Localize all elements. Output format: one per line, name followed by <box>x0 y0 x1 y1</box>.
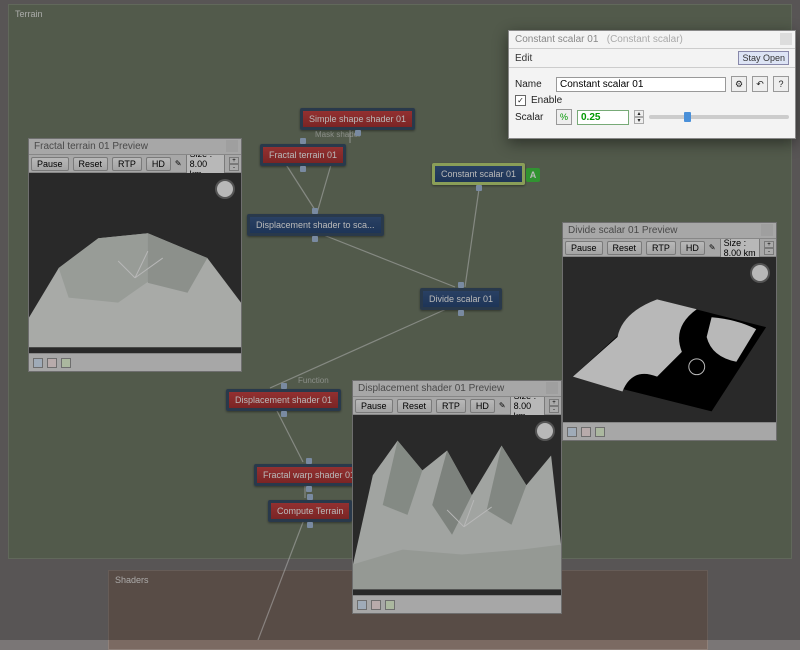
navball-icon <box>537 423 553 439</box>
mode-icon-2[interactable] <box>47 358 57 368</box>
preview-displacement-shader[interactable]: Displacement shader 01 Preview Pause Res… <box>352 380 562 614</box>
node-displacement-shader[interactable]: Displacement shader 01 <box>226 389 341 411</box>
type-icon[interactable]: % <box>556 109 572 125</box>
enable-label: Enable <box>531 95 562 106</box>
node-fractal-terrain[interactable]: Fractal terrain 01 <box>260 144 346 166</box>
hd-button[interactable]: HD <box>680 241 705 255</box>
size-stepper[interactable]: +- <box>764 241 774 255</box>
preview-fractal-terrain[interactable]: Fractal terrain 01 Preview Pause Reset R… <box>28 138 242 372</box>
hd-button[interactable]: HD <box>146 157 171 171</box>
reset-button[interactable]: Reset <box>607 241 643 255</box>
size-stepper[interactable]: +- <box>549 399 559 413</box>
preview-title[interactable]: Divide scalar 01 Preview <box>563 223 776 239</box>
mode-icon[interactable] <box>33 358 43 368</box>
reset-button[interactable]: Reset <box>73 157 109 171</box>
mode-icon-3[interactable] <box>61 358 71 368</box>
node-simple-shape-shader[interactable]: Simple shape shader 01 <box>300 108 415 130</box>
close-icon[interactable] <box>226 140 238 152</box>
preview-bottom-bar <box>29 353 241 371</box>
stay-open-button[interactable]: Stay Open <box>738 51 789 65</box>
node-divide-scalar[interactable]: Divide scalar 01 <box>420 288 502 310</box>
scalar-field[interactable] <box>577 110 629 125</box>
preview-viewport[interactable] <box>29 173 241 353</box>
rtp-button[interactable]: RTP <box>646 241 676 255</box>
node-displacement-to-scalar[interactable]: Displacement shader to sca... <box>247 214 384 236</box>
navball-icon <box>752 265 768 281</box>
close-icon[interactable] <box>546 382 558 394</box>
undo-icon[interactable]: ↶ <box>752 76 768 92</box>
preview-viewport[interactable] <box>563 257 776 422</box>
node-compute-terrain[interactable]: Compute Terrain <box>268 500 352 522</box>
enable-checkbox[interactable]: ✓ <box>515 95 526 106</box>
size-stepper[interactable]: +- <box>229 157 239 171</box>
mode-icon-2[interactable] <box>371 600 381 610</box>
help-icon[interactable]: ? <box>773 76 789 92</box>
close-icon[interactable] <box>780 33 792 45</box>
anim-badge: A <box>526 168 540 182</box>
gear-icon[interactable]: ⚙ <box>731 76 747 92</box>
mode-icon-2[interactable] <box>581 427 591 437</box>
inspector-title[interactable]: Constant scalar 01 (Constant scalar) <box>509 31 795 49</box>
preview-title[interactable]: Fractal terrain 01 Preview <box>29 139 241 155</box>
preview-divide-scalar[interactable]: Divide scalar 01 Preview Pause Reset RTP… <box>562 222 777 441</box>
scalar-label: Scalar <box>515 112 551 123</box>
mode-icon[interactable] <box>567 427 577 437</box>
name-label: Name <box>515 79 551 90</box>
navball-icon <box>217 181 233 197</box>
pause-button[interactable]: Pause <box>565 241 603 255</box>
edge-label-function: Function <box>298 376 329 385</box>
mode-icon-3[interactable] <box>385 600 395 610</box>
mode-icon-3[interactable] <box>595 427 605 437</box>
node-constant-scalar[interactable]: Constant scalar 01A <box>432 163 525 185</box>
scalar-slider[interactable] <box>649 115 789 119</box>
hd-button[interactable]: HD <box>470 399 495 413</box>
mode-icon[interactable] <box>357 600 367 610</box>
rtp-button[interactable]: RTP <box>436 399 466 413</box>
node-fractal-warp-shader[interactable]: Fractal warp shader 01 <box>254 464 364 486</box>
edit-menu[interactable]: Edit <box>515 53 532 64</box>
scalar-stepper[interactable]: ▴▾ <box>634 110 644 124</box>
pause-button[interactable]: Pause <box>355 399 393 413</box>
close-icon[interactable] <box>761 224 773 236</box>
rtp-button[interactable]: RTP <box>112 157 142 171</box>
inspector-menu: Edit Stay Open <box>509 49 795 68</box>
size-field[interactable]: Size : 8.00 km <box>720 236 760 260</box>
property-inspector[interactable]: Constant scalar 01 (Constant scalar) Edi… <box>508 30 796 139</box>
edge-label-mask: Mask shader <box>315 130 361 139</box>
preview-title[interactable]: Displacement shader 01 Preview <box>353 381 561 397</box>
pause-button[interactable]: Pause <box>31 157 69 171</box>
reset-button[interactable]: Reset <box>397 399 433 413</box>
preview-toolbar: Pause Reset RTP HD ✎ Size : 8.00 km +- <box>29 155 241 173</box>
name-field[interactable] <box>556 77 726 92</box>
preview-viewport[interactable] <box>353 415 561 595</box>
